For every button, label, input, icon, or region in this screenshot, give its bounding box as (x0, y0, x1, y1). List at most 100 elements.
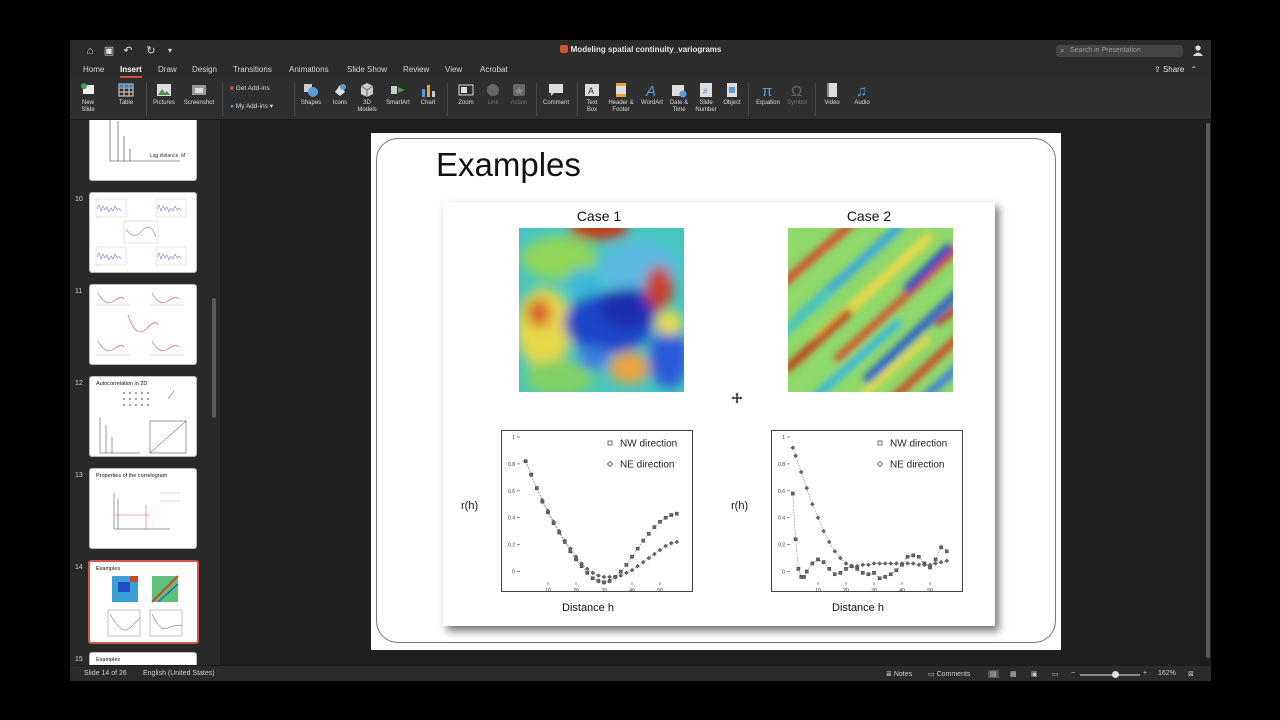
video-icon (827, 83, 837, 97)
tab-draw[interactable]: Draw (158, 65, 177, 74)
ribbon-separator (748, 83, 749, 116)
slide-thumbnail-13[interactable]: Properties of the correlogram (89, 468, 197, 549)
data-point-diamond (601, 574, 607, 580)
wordart-button[interactable]: A WordArt (639, 82, 665, 107)
thumbnail-graphics (95, 198, 187, 266)
link-icon (487, 84, 499, 96)
reading-view-icon[interactable]: ▣ (1031, 670, 1038, 678)
zoom-level[interactable]: 162% (1158, 670, 1176, 677)
get-addins-button[interactable]: ■ Get Add-ins (230, 85, 270, 92)
powerpoint-doc-icon (559, 45, 568, 53)
fit-slide-icon[interactable]: ⊠ (1188, 670, 1194, 678)
ribbon-separator (536, 83, 537, 116)
new-slide-button[interactable]: New Slide (76, 82, 100, 114)
screenshot-button[interactable]: Screenshot (181, 82, 217, 107)
data-point-diamond (804, 485, 810, 491)
pictures-button[interactable]: Pictures (150, 82, 178, 107)
3d-models-button[interactable]: 3D Models (354, 82, 380, 114)
x-tick-label: 50 (927, 588, 933, 593)
audio-button[interactable]: ♫ Audio (850, 82, 874, 107)
thumbnail-graphics (99, 390, 187, 454)
data-point-diamond (810, 501, 815, 507)
slide-thumbnail-14[interactable]: Examples (88, 560, 199, 644)
shapes-button[interactable]: Shapes (298, 82, 324, 107)
screenshot-icon (192, 85, 206, 95)
table-button[interactable]: Table (114, 82, 138, 107)
icons-button[interactable]: Icons (327, 82, 353, 107)
date-time-button[interactable]: Date & Time (667, 82, 691, 114)
editor-scrollbar[interactable] (1206, 123, 1210, 658)
comment-button[interactable]: Comment (540, 82, 572, 107)
link-label: Link (487, 100, 499, 106)
share-button[interactable]: ⇪ Share ⌃ (1154, 65, 1197, 74)
tab-review[interactable]: Review (403, 65, 429, 74)
action-icon (513, 84, 525, 96)
zoom-icon (458, 84, 474, 96)
case1-ylabel: r(h) (461, 500, 479, 512)
slide-number-icon: # (700, 83, 712, 97)
object-button[interactable]: Object (721, 82, 743, 107)
x-tick-label: 10 (545, 588, 551, 593)
tab-animations[interactable]: Animations (289, 65, 329, 74)
slide-thumbnail-15[interactable]: Examples (89, 652, 197, 665)
normal-view-icon[interactable]: ▤ (988, 670, 999, 678)
data-point-square (894, 568, 899, 573)
y-tick-label: 1 (782, 435, 785, 441)
zoom-slider-track[interactable] (1080, 674, 1140, 676)
slide-sorter-icon[interactable]: ▦ (1010, 670, 1017, 678)
data-point-diamond (826, 539, 832, 545)
current-slide[interactable]: Examples Case 1 Case 2 r(h) 10 20 30 40 … (371, 133, 1061, 650)
collapse-ribbon-icon[interactable]: ⌃ (1191, 65, 1198, 74)
chart-button[interactable]: Chart (416, 82, 440, 107)
slide-show-icon[interactable]: ▭ (1052, 670, 1059, 678)
thumbnail-graphics (107, 575, 183, 637)
data-point-square (618, 569, 623, 574)
zoom-button[interactable]: Zoom (453, 82, 479, 107)
data-point-diamond (944, 558, 950, 564)
data-point-square (607, 579, 612, 583)
notes-button[interactable]: ≣ Notes (886, 670, 912, 678)
case2-ylabel: r(h) (731, 500, 749, 512)
slide-title[interactable]: Examples (436, 146, 581, 184)
text-box-button[interactable]: A Text Box (581, 82, 603, 114)
search-input[interactable]: ⌕ Search in Presentation (1056, 45, 1183, 57)
data-point-square (944, 549, 949, 554)
data-point-diamond (596, 573, 601, 578)
screenshot-label: Screenshot (183, 100, 215, 106)
tab-acrobat[interactable]: Acrobat (480, 65, 508, 74)
share-icon: ⇪ (1154, 65, 1163, 74)
slide-number-button[interactable]: # Slide Number (693, 82, 719, 114)
slide-thumbnail-11[interactable] (89, 284, 197, 365)
smartart-button[interactable]: SmartArt (382, 82, 414, 107)
header-footer-button[interactable]: Header & Footer (605, 82, 637, 114)
video-button[interactable]: Video (820, 82, 844, 107)
slide-thumbnail-9[interactable]: Lag distance, M (89, 120, 197, 181)
new-slide-icon (81, 83, 94, 94)
comments-button[interactable]: ▭ Comments (928, 670, 970, 678)
tab-insert[interactable]: Insert (120, 65, 142, 78)
thumbnails-scrollbar[interactable] (212, 298, 216, 418)
tab-view[interactable]: View (445, 65, 462, 74)
case2-title: Case 2 (846, 208, 892, 224)
account-icon[interactable] (1192, 44, 1204, 56)
action-button[interactable]: Action (507, 82, 531, 107)
tab-home[interactable]: Home (83, 65, 104, 74)
my-addins-button[interactable]: ● My Add-ins ▾ (230, 102, 273, 110)
tab-slide-show[interactable]: Slide Show (347, 65, 387, 74)
object-label: Object (723, 100, 741, 106)
slide-thumbnail-12[interactable]: Autocorrelation in 2D (89, 376, 197, 457)
link-button[interactable]: Link (482, 82, 504, 107)
tab-design[interactable]: Design (192, 65, 217, 74)
symbol-button[interactable]: Ω Symbol (784, 82, 810, 107)
zoom-slider-knob[interactable] (1112, 671, 1119, 678)
zoom-out-icon[interactable]: − (1071, 670, 1075, 677)
share-label: Share (1162, 65, 1185, 74)
svg-text:♫: ♫ (856, 83, 867, 98)
examples-figure-image[interactable]: Case 1 Case 2 r(h) 10 20 30 40 50 0 0.2 … (443, 202, 995, 626)
equation-button[interactable]: π Equation (753, 82, 783, 107)
search-placeholder: Search in Presentation (1070, 47, 1141, 54)
tab-transitions[interactable]: Transitions (233, 65, 272, 74)
zoom-in-icon[interactable]: + (1143, 670, 1147, 677)
language-indicator[interactable]: English (United States) (143, 670, 215, 677)
slide-thumbnail-10[interactable] (89, 192, 197, 273)
